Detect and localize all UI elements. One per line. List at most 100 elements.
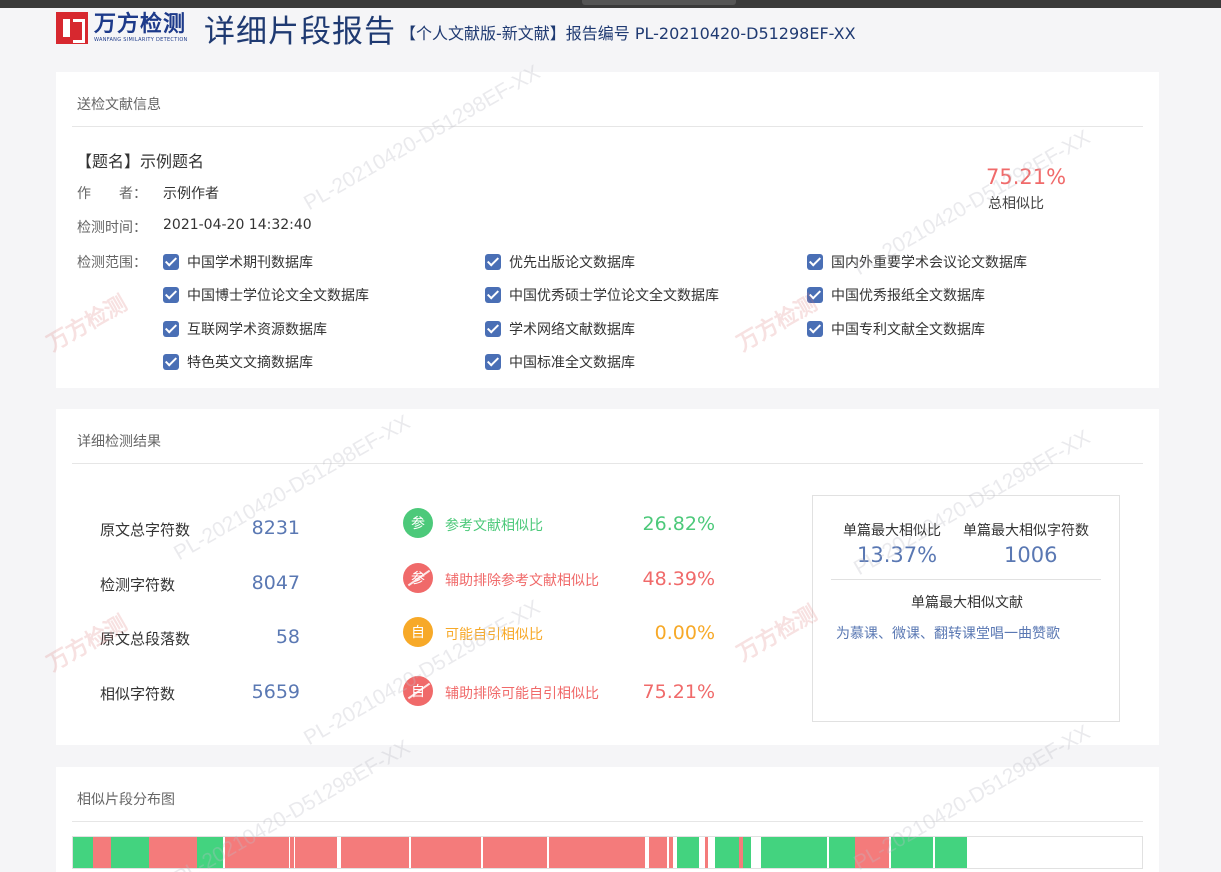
author-label: 作 者： xyxy=(77,186,147,202)
segment-reference[interactable] xyxy=(761,837,787,868)
stat-value: 8231 xyxy=(251,517,300,539)
segment-similar[interactable] xyxy=(863,837,889,868)
db-item[interactable]: 中国优秀硕士学位论文全文数据库 xyxy=(485,285,719,305)
total-similarity-label: 总相似比 xyxy=(988,196,1044,212)
stat-label: 原文总段落数 xyxy=(100,630,191,648)
rate-label: 辅助排除可能自引相似比 xyxy=(445,686,599,702)
segment-reference[interactable] xyxy=(787,837,827,868)
rate-value: 0.00% xyxy=(654,622,715,644)
db-item[interactable]: 中国博士学位论文全文数据库 xyxy=(163,285,369,305)
report-subtitle: 【个人文献版-新文献】报告编号 PL-20210420-D51298EF-XX xyxy=(400,24,856,43)
rate-value: 26.82% xyxy=(642,513,715,535)
segment-similar[interactable] xyxy=(483,837,547,868)
logo-subtext: WANFANG SIMILARITY DETECTION xyxy=(94,36,188,43)
time-value: 2021-04-20 14:32:40 xyxy=(163,217,312,233)
checkbox-checked-icon[interactable] xyxy=(485,321,501,337)
rate-value: 48.39% xyxy=(642,568,715,590)
db-item[interactable]: 特色英文文摘数据库 xyxy=(163,352,313,372)
segment-reference[interactable] xyxy=(677,837,699,868)
checkbox-checked-icon[interactable] xyxy=(807,254,823,270)
stat-label: 检测字符数 xyxy=(100,576,176,594)
rate-label: 可能自引相似比 xyxy=(445,627,543,643)
report-title: 详细片段报告 xyxy=(204,13,396,50)
segment-similar[interactable] xyxy=(855,837,863,868)
db-item[interactable]: 中国标准全文数据库 xyxy=(485,352,635,372)
max-chars-label: 单篇最大相似字符数 xyxy=(963,523,1089,539)
checkbox-checked-icon[interactable] xyxy=(807,321,823,337)
segment-similar[interactable] xyxy=(290,837,294,868)
max-rate-value: 13.37% xyxy=(857,543,938,567)
scope-label: 检测范围： xyxy=(77,255,147,271)
logo-text: 万方检测 xyxy=(94,11,187,37)
wanfang-logo: 万方检测 WANFANG SIMILARITY DETECTION xyxy=(56,9,190,47)
db-item[interactable]: 学术网络文献数据库 xyxy=(485,319,635,339)
db-item[interactable]: 优先出版论文数据库 xyxy=(485,252,635,272)
browser-tab[interactable] xyxy=(582,0,736,5)
checkbox-checked-icon[interactable] xyxy=(485,254,501,270)
max-doc-link[interactable]: 为慕课、微课、翻转课堂唱一曲赞歌 xyxy=(836,623,1060,643)
section-title-distribution: 相似片段分布图 xyxy=(77,792,175,808)
divider xyxy=(72,463,1143,464)
segment-similar[interactable] xyxy=(649,837,667,868)
section-title-results: 详细检测结果 xyxy=(77,434,161,450)
segment-similar[interactable] xyxy=(411,837,481,868)
stat-value: 5659 xyxy=(251,681,300,703)
segment-reference[interactable] xyxy=(201,837,223,868)
segment-reference[interactable] xyxy=(935,837,967,868)
segment-reference[interactable] xyxy=(73,837,93,868)
db-item[interactable]: 中国学术期刊数据库 xyxy=(163,252,313,272)
checkbox-checked-icon[interactable] xyxy=(163,354,179,370)
total-similarity-value: 75.21% xyxy=(986,165,1067,189)
exclude-self-citation-icon: 自 xyxy=(403,676,433,706)
distribution-card: 相似片段分布图 xyxy=(56,767,1159,872)
segment-similar[interactable] xyxy=(341,837,409,868)
single-doc-summary: 单篇最大相似比 13.37% 单篇最大相似字符数 1006 单篇最大相似文献 为… xyxy=(812,495,1120,722)
checkbox-checked-icon[interactable] xyxy=(807,287,823,303)
detection-results-card: 详细检测结果 原文总字符数 8231 检测字符数 8047 原文总段落数 58 … xyxy=(56,409,1159,745)
section-title-submission: 送检文献信息 xyxy=(77,97,161,113)
checkbox-checked-icon[interactable] xyxy=(163,321,179,337)
segment-reference[interactable] xyxy=(111,837,149,868)
divider xyxy=(72,126,1143,127)
segment-similar[interactable] xyxy=(549,837,645,868)
report-header: 万方检测 WANFANG SIMILARITY DETECTION 详细片段报告… xyxy=(56,8,856,50)
segment-similar[interactable] xyxy=(93,837,111,868)
divider xyxy=(72,821,1143,822)
self-citation-icon: 自 xyxy=(403,617,433,647)
segment-similar[interactable] xyxy=(705,837,708,868)
stat-label: 原文总字符数 xyxy=(100,521,191,539)
segment-reference[interactable] xyxy=(743,837,751,868)
exclude-reference-icon: 参 xyxy=(403,563,433,593)
segment-similar[interactable] xyxy=(225,837,289,868)
db-item[interactable]: 国内外重要学术会议论文数据库 xyxy=(807,252,1027,272)
checkbox-checked-icon[interactable] xyxy=(163,287,179,303)
rate-label: 辅助排除参考文献相似比 xyxy=(445,573,599,589)
max-doc-label: 单篇最大相似文献 xyxy=(911,595,1023,611)
stat-value: 8047 xyxy=(251,572,300,594)
segment-reference[interactable] xyxy=(829,837,855,868)
doc-title: 【题名】示例题名 xyxy=(76,152,205,171)
segment-reference[interactable] xyxy=(715,837,739,868)
divider xyxy=(831,579,1101,580)
db-item[interactable]: 互联网学术资源数据库 xyxy=(163,319,327,339)
db-item[interactable]: 中国专利文献全文数据库 xyxy=(807,319,985,339)
segment-similar[interactable] xyxy=(165,837,197,868)
segment-reference[interactable] xyxy=(891,837,933,868)
checkbox-checked-icon[interactable] xyxy=(485,287,501,303)
reference-icon: 参 xyxy=(403,508,433,538)
time-label: 检测时间： xyxy=(77,220,147,236)
wanfang-logo-icon xyxy=(56,12,88,44)
db-item[interactable]: 中国优秀报纸全文数据库 xyxy=(807,285,985,305)
segment-similar[interactable] xyxy=(149,837,165,868)
author-value: 示例作者 xyxy=(163,186,219,202)
checkbox-checked-icon[interactable] xyxy=(485,354,501,370)
checkbox-checked-icon[interactable] xyxy=(163,254,179,270)
submission-info-card: 送检文献信息 【题名】示例题名 作 者： 示例作者 检测时间： 2021-04-… xyxy=(56,72,1159,388)
similarity-distribution-bar[interactable] xyxy=(72,836,1143,869)
stat-value: 58 xyxy=(275,626,300,648)
rate-label: 参考文献相似比 xyxy=(445,518,543,534)
max-rate-label: 单篇最大相似比 xyxy=(843,523,941,539)
segment-similar[interactable] xyxy=(669,837,673,868)
segment-similar[interactable] xyxy=(295,837,337,868)
rate-value: 75.21% xyxy=(642,681,715,703)
